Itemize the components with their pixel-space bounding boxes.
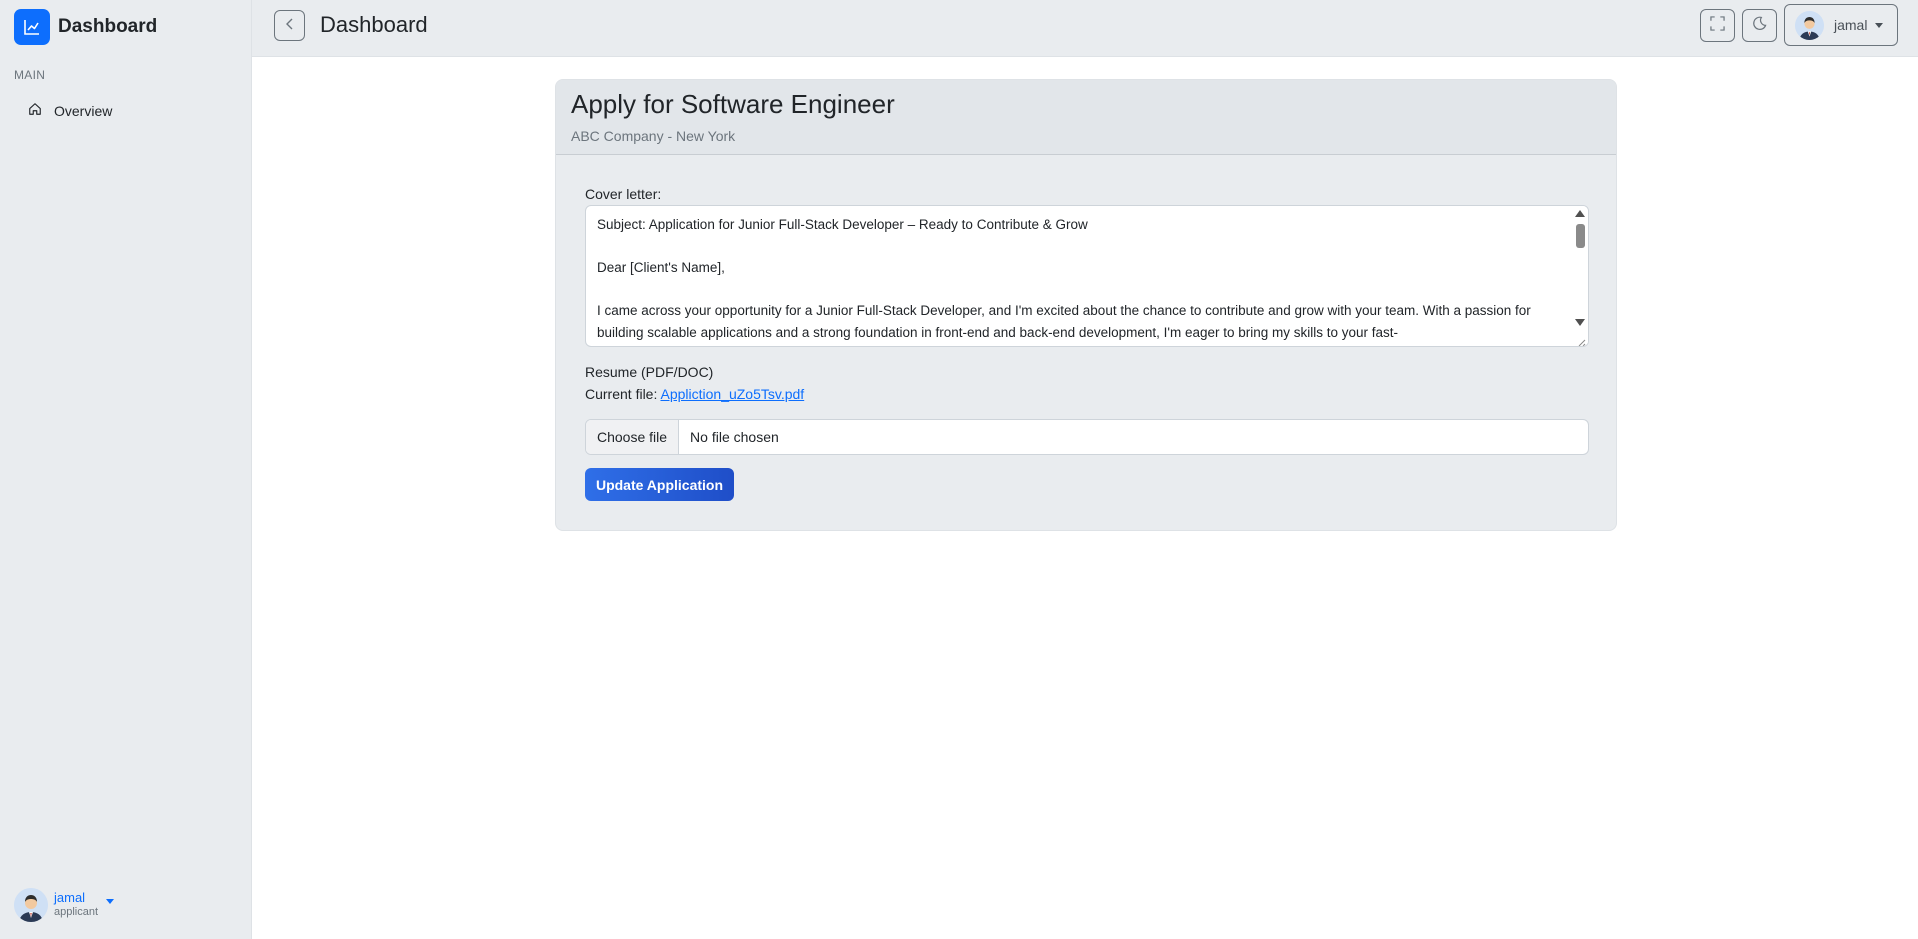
- textarea-scrollbar[interactable]: [1573, 206, 1588, 346]
- scroll-up-icon[interactable]: [1575, 210, 1585, 217]
- sidebar-item-label: Overview: [54, 103, 113, 119]
- sidebar-user-name: jamal: [54, 890, 86, 905]
- chevron-left-icon: [285, 18, 295, 33]
- caret-down-icon: [106, 898, 115, 904]
- choose-file-button[interactable]: Choose file: [586, 420, 680, 454]
- scroll-thumb[interactable]: [1576, 224, 1585, 248]
- brand-name: Dashboard: [58, 16, 158, 37]
- cover-letter-textarea[interactable]: Subject: Application for Junior Full-Sta…: [585, 205, 1589, 347]
- current-file: Current file: Appliction_uZo5Tsv.pdf: [585, 386, 804, 402]
- job-title: Apply for Software Engineer: [571, 89, 895, 119]
- resume-file-input[interactable]: Choose file No file chosen: [585, 419, 1589, 455]
- cover-letter-label: Cover letter:: [585, 186, 662, 202]
- topbar: Dashboard jamal: [252, 0, 1918, 57]
- application-card: Apply for Software Engineer ABC Company …: [555, 79, 1617, 531]
- sidebar-section-label: MAIN: [14, 68, 46, 82]
- brand[interactable]: Dashboard: [14, 9, 157, 45]
- moon-icon: [1752, 16, 1767, 36]
- home-icon: [28, 102, 42, 121]
- fullscreen-icon: [1710, 15, 1725, 36]
- sidebar: Dashboard MAIN Overview jamal applicant: [0, 0, 252, 939]
- back-button[interactable]: [274, 10, 305, 41]
- sidebar-user-role: applicant: [54, 906, 99, 919]
- current-file-prefix: Current file:: [585, 386, 658, 402]
- resume-label: Resume (PDF/DOC): [585, 364, 714, 380]
- update-application-button[interactable]: Update Application: [585, 468, 734, 501]
- cover-letter-text: Subject: Application for Junior Full-Sta…: [597, 217, 1531, 340]
- current-file-link[interactable]: Appliction_uZo5Tsv.pdf: [660, 386, 804, 402]
- fullscreen-button[interactable]: [1700, 9, 1735, 42]
- caret-down-icon: [1875, 22, 1884, 28]
- page-title: Dashboard: [320, 12, 428, 37]
- avatar: [1795, 10, 1824, 40]
- chart-line-icon: [14, 9, 50, 45]
- user-menu-name: jamal: [1834, 17, 1868, 33]
- card-header: Apply for Software Engineer ABC Company …: [556, 80, 1616, 155]
- file-status: No file chosen: [690, 429, 779, 445]
- theme-toggle-button[interactable]: [1742, 9, 1777, 42]
- scroll-down-icon[interactable]: [1575, 319, 1585, 326]
- user-menu-button[interactable]: jamal: [1784, 4, 1898, 46]
- sidebar-user-menu[interactable]: jamal applicant: [14, 888, 115, 922]
- avatar: [14, 888, 48, 922]
- sidebar-item-overview[interactable]: Overview: [14, 96, 238, 126]
- resize-handle-icon[interactable]: [1576, 334, 1586, 346]
- job-company: ABC Company - New York: [571, 128, 736, 144]
